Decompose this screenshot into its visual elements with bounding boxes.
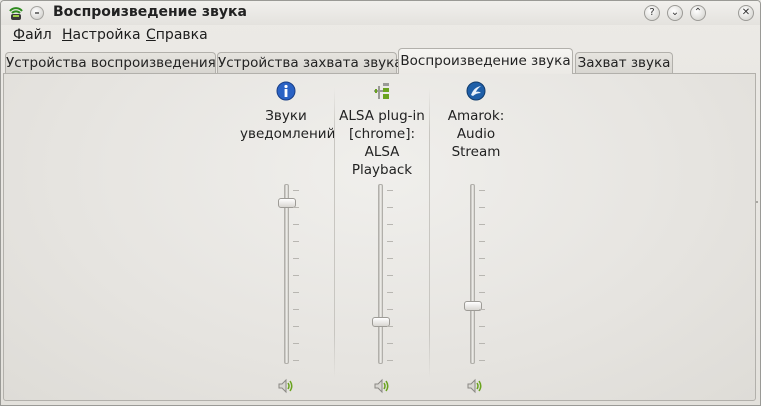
slider-tick [293,207,299,208]
channel-label-line: Звуки [265,108,307,124]
slider-tick [387,343,393,344]
slider-tick [479,326,485,327]
channel-alsa-chrome: ALSA plug-in [chrome]: ALSA Playback [336,74,428,400]
channel-label: ALSA plug-in [chrome]: ALSA Playback [336,107,428,179]
menu-help-mnemonic: С [146,27,156,43]
slider-tick [479,275,485,276]
menu-settings-mnemonic: Н [62,27,73,43]
maximize-button[interactable]: ⌃ [690,5,706,21]
slider-tick [479,190,485,191]
slider-tick [293,309,299,310]
tab-bar: Устройства воспроизведения Устройства за… [1,48,760,74]
channel-label: Звуки уведомлений [240,107,336,143]
channel-separator [334,88,335,378]
channel-label-line: Amarok: [447,108,505,124]
slider-tick [293,292,299,293]
channel-label-line: Audio [456,126,496,142]
menu-file-mnemonic: Ф [13,27,26,43]
channel-amarok: Amarok: Audio Stream [430,74,522,400]
speaker-icon[interactable] [373,378,391,394]
slider-tick [387,241,393,242]
channel-notifications: Звуки уведомлений [240,74,336,400]
channel-label-line: ALSA plug-in [339,108,425,124]
slider-tick [293,360,299,361]
slider-tick [479,292,485,293]
tab-capture-devices[interactable]: Устройства захвата звука [217,52,403,73]
mixer-window: Воспроизведение звука ? ⌄ ⌃ ✕ Файл Настр… [0,0,761,406]
slider-tick [479,258,485,259]
slider-tick [387,326,393,327]
menu-help[interactable]: Справка [146,27,208,43]
tab-playback-devices[interactable]: Устройства воспроизведения [5,52,216,73]
volume-slider-track[interactable] [378,184,383,364]
slider-tick [387,207,393,208]
slider-tick [293,258,299,259]
channel-label: Amarok: Audio Stream [430,107,522,161]
tab-capture-streams[interactable]: Захват звука [575,52,673,73]
slider-tick [293,190,299,191]
slider-tick [479,224,485,225]
slider-tick [387,190,393,191]
channel-label-line: [chrome]: [348,126,416,142]
slider-tick [387,258,393,259]
slider-tick [293,275,299,276]
slider-tick [479,207,485,208]
app-icon[interactable] [7,4,25,22]
plugin-icon [374,83,389,99]
tab-playback-streams[interactable]: Воспроизведение звука [398,48,573,74]
slider-tick [387,309,393,310]
menu-settings[interactable]: Настройка [62,27,141,43]
slider-tick [387,292,393,293]
amarok-icon [466,81,486,101]
window-title: Воспроизведение звука [53,4,247,20]
minimize-button[interactable]: ⌄ [667,5,683,21]
slider-tick [479,343,485,344]
volume-slider-track[interactable] [470,184,475,364]
channel-label-line: Playback [351,162,413,178]
slider-tick [479,309,485,310]
slider-tick [479,360,485,361]
info-icon [276,81,296,101]
slider-tick [293,224,299,225]
slider-tick [387,224,393,225]
slider-tick [293,326,299,327]
playback-streams-panel: Звуки уведомлений ALSA plug-in [chrome]:… [3,73,756,401]
slider-tick [387,275,393,276]
speaker-icon[interactable] [277,378,295,394]
menu-bar: Файл Настройка Справка [1,25,760,47]
channel-label-line: уведомлений [240,126,336,142]
menu-file[interactable]: Файл [13,27,52,43]
menu-file-label: айл [25,27,52,43]
slider-tick [479,241,485,242]
speaker-icon[interactable] [466,378,484,394]
help-button[interactable]: ? [644,5,660,21]
close-button[interactable]: ✕ [738,5,754,21]
window-edge-grip[interactable] [756,201,758,203]
pin-button[interactable] [30,6,44,20]
slider-tick [293,241,299,242]
menu-help-label: правка [155,27,208,43]
slider-tick [293,343,299,344]
title-bar[interactable]: Воспроизведение звука ? ⌄ ⌃ ✕ [1,1,760,25]
channel-label-line: Stream [451,144,501,160]
channel-label-line: ALSA [364,144,400,160]
menu-settings-label: астройка [72,27,141,43]
volume-slider-track[interactable] [284,184,289,364]
slider-tick [387,360,393,361]
